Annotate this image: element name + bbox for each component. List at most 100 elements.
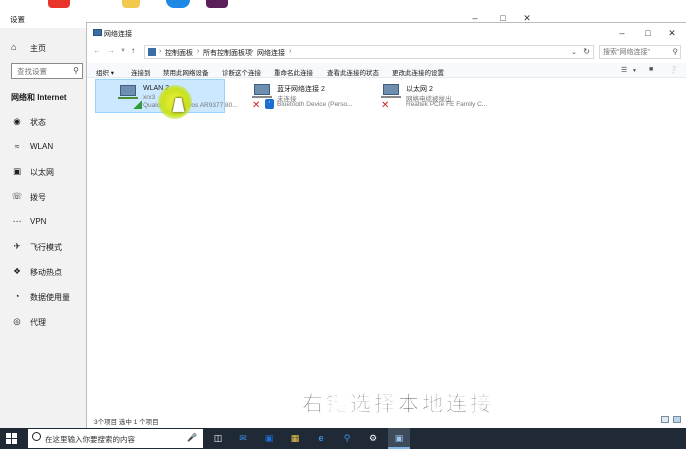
nav-item-label: 拨号 (30, 193, 46, 202)
status-icon: ◉ (13, 116, 21, 126)
microphone-icon[interactable]: 🎤 (187, 433, 197, 442)
search-app-icon[interactable]: ⚲ (340, 432, 354, 445)
dialup-icon: ☏ (11, 191, 23, 201)
breadcrumb-item[interactable]: 网络连接 (257, 48, 285, 58)
disable-device-button[interactable]: 禁用此网络设备 (163, 67, 209, 77)
nav-item-proxy[interactable]: ◎ 代理 (0, 309, 86, 334)
nav-item-vpn[interactable]: ⋯ VPN (0, 209, 86, 234)
connection-status: xrx3 (143, 94, 156, 101)
settings-gear-icon[interactable]: ⚙ (366, 432, 380, 445)
address-bar[interactable]: › 控制面板 › 所有控制面板项 › 网络连接 › ⌄ ↻ (144, 45, 594, 59)
nav-item-status[interactable]: ◉ 状态 (0, 109, 86, 134)
video-subtitle: 右键选择本地连接 (302, 392, 494, 417)
settings-home-link[interactable]: ⌂ 主页 (0, 40, 86, 56)
search-icon: ⚲ (672, 47, 679, 56)
network-adapter-icon (381, 84, 401, 100)
windows-start-icon[interactable] (6, 433, 17, 444)
vpn-icon: ⋯ (12, 216, 22, 226)
nav-item-label: WLAN (30, 142, 54, 151)
back-arrow-icon[interactable]: ← (93, 46, 101, 55)
connection-device: Realtek PCIe FE Family C... (406, 101, 488, 108)
home-icon: ⌂ (11, 42, 17, 52)
up-arrow-icon[interactable]: ↑ (131, 46, 135, 55)
explorer-search-input[interactable] (600, 46, 668, 58)
nav-item-label: 状态 (30, 118, 46, 127)
wifi-icon: ≈ (14, 141, 20, 151)
airplane-icon: ✈ (13, 241, 21, 251)
task-view-icon[interactable]: ◫ (211, 432, 225, 445)
rename-button[interactable]: 重命名此连接 (274, 67, 313, 77)
nav-item-ethernet[interactable]: ▣ 以太网 (0, 159, 86, 184)
control-panel-icon (148, 48, 156, 56)
network-connections-taskbar-icon[interactable]: ▣ (392, 432, 406, 445)
recent-dropdown-icon[interactable]: ▼ (120, 48, 126, 54)
network-folder-icon (93, 29, 102, 36)
taskbar: 在这里输入你要搜索的内容 🎤 ◫ ✉ ▣ ▦ e ⚲ ⚙ ▣ (0, 428, 686, 449)
breadcrumb-separator: › (251, 48, 254, 55)
nav-item-label: 数据使用量 (30, 293, 70, 302)
nav-item-airplane[interactable]: ✈ 飞行模式 (0, 234, 86, 259)
wifi-signal-icon (133, 100, 142, 109)
search-icon: ⚲ (73, 66, 79, 75)
settings-search-box[interactable]: ⚲ (11, 63, 83, 79)
section-title: 网络和 Internet (11, 93, 67, 102)
photos-icon[interactable]: ▣ (262, 432, 276, 445)
nav-item-wlan[interactable]: ≈ WLAN (0, 134, 86, 159)
address-row: ← → ▼ ↑ › 控制面板 › 所有控制面板项 › 网络连接 › ⌄ ↻ ⚲ (87, 43, 686, 61)
nav-item-hotspot[interactable]: ❖ 移动热点 (0, 259, 86, 284)
breadcrumb-separator: › (159, 48, 162, 55)
view-options-icon[interactable]: ☰ (621, 66, 627, 74)
help-icon[interactable]: ❔ (669, 66, 678, 74)
desktop-app-icon[interactable] (48, 0, 70, 8)
view-status-button[interactable]: 查看此连接的状态 (327, 67, 379, 77)
refresh-icon[interactable]: ↻ (583, 47, 590, 56)
connection-device: Bluetooth Device (Perso... (277, 101, 353, 108)
desktop-app-icon[interactable] (166, 0, 190, 8)
breadcrumb-separator: › (197, 48, 200, 55)
ethernet-icon: ▣ (12, 166, 22, 176)
hotspot-icon: ❖ (13, 266, 21, 276)
explorer-minimize-button[interactable]: – (615, 27, 629, 39)
connect-to-button[interactable]: 连接到 (131, 67, 151, 77)
nav-item-dialup[interactable]: ☏ 拨号 (0, 184, 86, 209)
breadcrumb-item[interactable]: 控制面板 (165, 48, 193, 58)
desktop-app-icon[interactable] (206, 0, 228, 8)
diagnose-button[interactable]: 诊断这个连接 (222, 67, 261, 77)
explorer-close-button[interactable]: ✕ (665, 27, 679, 39)
bluetooth-icon: ᛫ (265, 99, 274, 109)
network-adapter-icon (252, 84, 272, 100)
connection-tile-ethernet[interactable]: ✕ 以太网 2 网络电缆被拔出 Realtek PCIe FE Family C… (359, 79, 489, 113)
forward-arrow-icon[interactable]: → (107, 46, 115, 55)
chevron-down-icon[interactable]: ⌄ (571, 48, 577, 56)
explorer-search-box[interactable]: ⚲ (599, 45, 681, 59)
disconnected-x-icon: ✕ (381, 100, 390, 111)
settings-title: 设置 (10, 15, 25, 24)
settings-search-input[interactable] (12, 64, 70, 78)
view-dropdown-icon[interactable]: ▼ (632, 68, 637, 74)
home-label: 主页 (30, 44, 46, 53)
explorer-title: 网络连接 (104, 31, 132, 38)
change-settings-button[interactable]: 更改此连接的设置 (392, 67, 444, 77)
nav-item-data-usage[interactable]: ◔ 数据使用量 (0, 284, 86, 309)
preview-pane-icon[interactable]: ■ (649, 66, 653, 73)
nav-item-label: 移动热点 (30, 268, 62, 277)
organize-button[interactable]: 组织 ▾ (96, 67, 114, 77)
nav-item-label: VPN (30, 217, 47, 226)
disconnected-x-icon: ✕ (252, 100, 261, 111)
nav-item-label: 代理 (30, 318, 46, 327)
network-adapter-icon (118, 85, 138, 101)
breadcrumb-item[interactable]: 所有控制面板项 (203, 48, 252, 58)
explorer-titlebar: 网络连接 – □ ✕ (87, 23, 686, 43)
mail-icon[interactable]: ✉ (236, 432, 250, 445)
taskbar-search-placeholder: 在这里输入你要搜索的内容 (45, 435, 135, 444)
nav-item-label: 以太网 (30, 168, 54, 177)
desktop-app-icon[interactable] (122, 0, 140, 8)
explorer-maximize-button[interactable]: □ (641, 27, 655, 39)
connection-tile-bluetooth[interactable]: ✕ ᛫ 蓝牙网络连接 2 未连接 Bluetooth Device (Perso… (230, 79, 360, 113)
cortana-circle-icon (32, 432, 41, 441)
settings-nav: ◉ 状态 ≈ WLAN ▣ 以太网 ☏ 拨号 ⋯ VPN ✈ 飞行模式 ❖ 移动… (0, 109, 86, 334)
edge-icon[interactable]: e (314, 432, 328, 445)
store-icon[interactable]: ▦ (288, 432, 302, 445)
desktop-strip (0, 0, 686, 8)
taskbar-search-box[interactable]: 在这里输入你要搜索的内容 🎤 (28, 429, 203, 448)
